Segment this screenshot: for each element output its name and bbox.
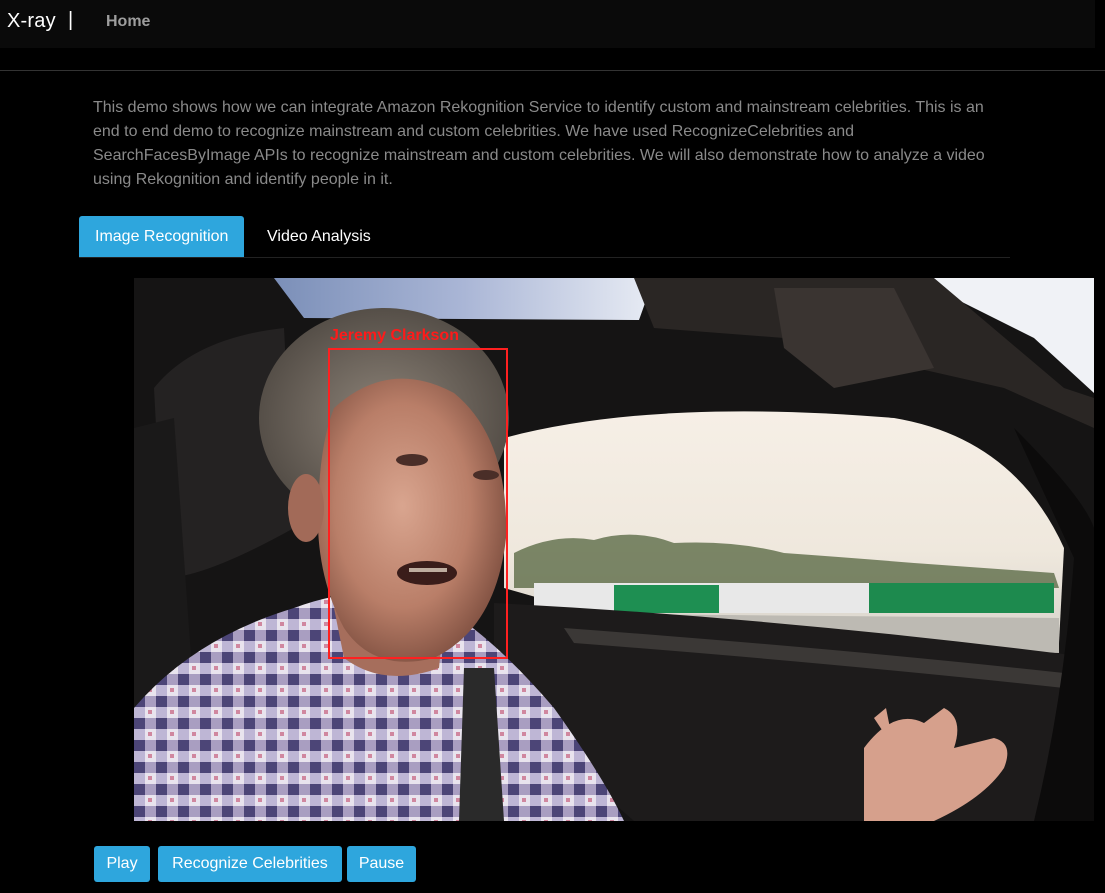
brand-logo[interactable]: X-ray — [7, 10, 56, 33]
play-button[interactable]: Play — [94, 846, 150, 882]
navbar: X-ray | Home — [0, 0, 1095, 48]
brand-separator: | — [68, 9, 74, 31]
tab-video-analysis[interactable]: Video Analysis — [251, 216, 387, 257]
nav-home-link[interactable]: Home — [106, 13, 150, 31]
video-frame-image — [134, 278, 1094, 821]
recognize-celebrities-button[interactable]: Recognize Celebrities — [158, 846, 342, 882]
tab-image-recognition[interactable]: Image Recognition — [79, 216, 245, 257]
detected-celebrity-label: Jeremy Clarkson — [330, 327, 459, 344]
video-player[interactable]: Jeremy Clarkson — [134, 278, 1094, 821]
face-bounding-box — [328, 348, 508, 659]
header-divider — [0, 70, 1105, 71]
intro-description: This demo shows how we can integrate Ama… — [93, 99, 985, 188]
tab-bar: Image Recognition Video Analysis — [79, 216, 1010, 258]
pause-button[interactable]: Pause — [347, 846, 416, 882]
